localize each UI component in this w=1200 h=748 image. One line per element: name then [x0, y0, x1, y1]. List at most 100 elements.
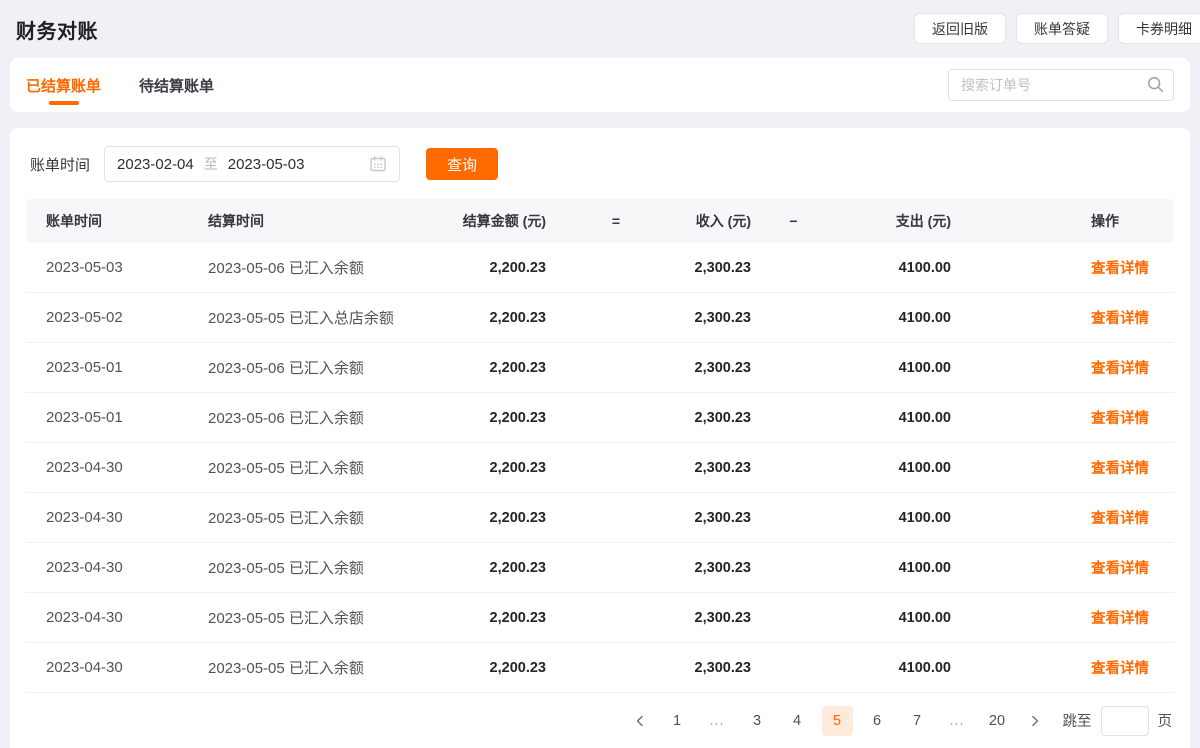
cell-bill-date: 2023-04-30 [26, 509, 208, 526]
tabs: 已结算账单 待结算账单 [26, 58, 214, 112]
cell-expense: 4100.00 [836, 260, 951, 276]
page-number[interactable]: 6 [862, 706, 893, 736]
cell-settle-amount: 2,200.23 [446, 510, 546, 526]
table-row: 2023-04-30 2023-05-05 已汇入余额 2,200.23 2,3… [26, 443, 1174, 493]
view-detail-link[interactable]: 查看详情 [1091, 661, 1149, 677]
page-number[interactable]: 7 [902, 706, 933, 736]
cell-settle-amount: 2,200.23 [446, 260, 546, 276]
pagination-ellipsis[interactable]: ... [702, 706, 733, 736]
filter-row: 账单时间 2023-02-04 至 2023-05-03 查询 [30, 146, 1174, 182]
table-row: 2023-04-30 2023-05-05 已汇入余额 2,200.23 2,3… [26, 543, 1174, 593]
tab-settled-bills-label: 已结算账单 [26, 75, 101, 96]
cell-settle-time: 2023-05-05 已汇入余额 [208, 557, 446, 578]
column-bill-time: 账单时间 [26, 211, 208, 231]
cell-settle-time: 2023-05-06 已汇入余额 [208, 357, 446, 378]
card-coupon-detail-button[interactable]: 卡券明细 [1118, 13, 1200, 44]
column-actions: 操作 [951, 211, 1174, 231]
cell-bill-date: 2023-04-30 [26, 559, 208, 576]
cell-income: 2,300.23 [686, 310, 751, 326]
cell-settle-time: 2023-05-05 已汇入总店余额 [208, 307, 446, 328]
bill-time-label: 账单时间 [30, 154, 90, 175]
jump-page-input[interactable] [1101, 706, 1149, 736]
chevron-left-icon [634, 715, 646, 727]
cell-income: 2,300.23 [686, 510, 751, 526]
bills-table: 账单时间 结算时间 结算金额 (元) = 收入 (元) − 支出 (元) 操作 … [26, 199, 1174, 693]
cell-settle-amount: 2,200.23 [446, 410, 546, 426]
cell-income: 2,300.23 [686, 460, 751, 476]
cell-expense: 4100.00 [836, 560, 951, 576]
cell-settle-amount: 2,200.23 [446, 560, 546, 576]
cell-settle-time: 2023-05-06 已汇入余额 [208, 257, 446, 278]
date-separator: 至 [204, 154, 218, 174]
bill-faq-button[interactable]: 账单答疑 [1016, 13, 1108, 44]
date-range-picker[interactable]: 2023-02-04 至 2023-05-03 [104, 146, 400, 182]
cell-expense: 4100.00 [836, 360, 951, 376]
cell-bill-date: 2023-05-01 [26, 359, 208, 376]
page-number[interactable]: 1 [662, 706, 693, 736]
view-detail-link[interactable]: 查看详情 [1091, 561, 1149, 577]
cell-bill-date: 2023-05-02 [26, 309, 208, 326]
cell-income: 2,300.23 [686, 610, 751, 626]
cell-expense: 4100.00 [836, 460, 951, 476]
table-row: 2023-05-02 2023-05-05 已汇入总店余额 2,200.23 2… [26, 293, 1174, 343]
page-number[interactable]: 20 [982, 706, 1013, 736]
active-tab-underline [49, 101, 79, 105]
cell-bill-date: 2023-05-03 [26, 259, 208, 276]
column-equals-sign: = [546, 213, 686, 229]
cell-bill-date: 2023-04-30 [26, 609, 208, 626]
cell-income: 2,300.23 [686, 560, 751, 576]
topbar: 财务对账 返回旧版 账单答疑 卡券明细 [0, 0, 1200, 58]
view-detail-link[interactable]: 查看详情 [1091, 361, 1149, 377]
table-row: 2023-04-30 2023-05-05 已汇入余额 2,200.23 2,3… [26, 593, 1174, 643]
cell-settle-time: 2023-05-05 已汇入余额 [208, 657, 446, 678]
cell-expense: 4100.00 [836, 610, 951, 626]
table-row: 2023-04-30 2023-05-05 已汇入余额 2,200.23 2,3… [26, 493, 1174, 543]
view-detail-link[interactable]: 查看详情 [1091, 611, 1149, 627]
table-row: 2023-04-30 2023-05-05 已汇入余额 2,200.23 2,3… [26, 643, 1174, 693]
date-end-value: 2023-05-03 [228, 156, 305, 173]
tab-unsettled-bills-label: 待结算账单 [139, 75, 214, 96]
view-detail-link[interactable]: 查看详情 [1091, 311, 1149, 327]
cell-bill-date: 2023-04-30 [26, 659, 208, 676]
view-detail-link[interactable]: 查看详情 [1091, 411, 1149, 427]
pagination-pages: 1 ... 3 4 5 6 7 ... 20 [662, 706, 1013, 736]
search-icon [1147, 76, 1164, 93]
tab-unsettled-bills[interactable]: 待结算账单 [139, 58, 214, 112]
table-row: 2023-05-03 2023-05-06 已汇入余额 2,200.23 2,3… [26, 243, 1174, 293]
view-detail-link[interactable]: 查看详情 [1091, 261, 1149, 277]
column-settle-time: 结算时间 [208, 211, 446, 231]
table-row: 2023-05-01 2023-05-06 已汇入余额 2,200.23 2,3… [26, 393, 1174, 443]
main-card: 账单时间 2023-02-04 至 2023-05-03 查询 账单时间 结算时… [10, 128, 1190, 748]
column-income: 收入 (元) [686, 211, 751, 231]
calendar-icon [369, 155, 387, 173]
prev-page-button[interactable] [627, 706, 653, 736]
pagination-ellipsis[interactable]: ... [942, 706, 973, 736]
page-number[interactable]: 4 [782, 706, 813, 736]
search-order-input[interactable] [948, 69, 1174, 101]
table-row: 2023-05-01 2023-05-06 已汇入余额 2,200.23 2,3… [26, 343, 1174, 393]
cell-income: 2,300.23 [686, 360, 751, 376]
cell-settle-amount: 2,200.23 [446, 460, 546, 476]
back-to-old-version-button[interactable]: 返回旧版 [914, 13, 1006, 44]
cell-income: 2,300.23 [686, 260, 751, 276]
cell-settle-time: 2023-05-05 已汇入余额 [208, 457, 446, 478]
cell-settle-amount: 2,200.23 [446, 360, 546, 376]
cell-settle-time: 2023-05-06 已汇入余额 [208, 407, 446, 428]
cell-settle-amount: 2,200.23 [446, 660, 546, 676]
chevron-right-icon [1029, 715, 1041, 727]
next-page-button[interactable] [1022, 706, 1048, 736]
cell-expense: 4100.00 [836, 310, 951, 326]
column-expense: 支出 (元) [836, 211, 951, 231]
search-order-box [948, 69, 1174, 101]
page-number-current[interactable]: 5 [822, 706, 853, 736]
cell-income: 2,300.23 [686, 410, 751, 426]
cell-bill-date: 2023-05-01 [26, 409, 208, 426]
page-number[interactable]: 3 [742, 706, 773, 736]
tab-settled-bills[interactable]: 已结算账单 [26, 58, 101, 112]
view-detail-link[interactable]: 查看详情 [1091, 511, 1149, 527]
tabs-card: 已结算账单 待结算账单 [10, 58, 1190, 112]
query-button[interactable]: 查询 [426, 148, 498, 180]
cell-expense: 4100.00 [836, 410, 951, 426]
view-detail-link[interactable]: 查看详情 [1091, 461, 1149, 477]
cell-income: 2,300.23 [686, 660, 751, 676]
